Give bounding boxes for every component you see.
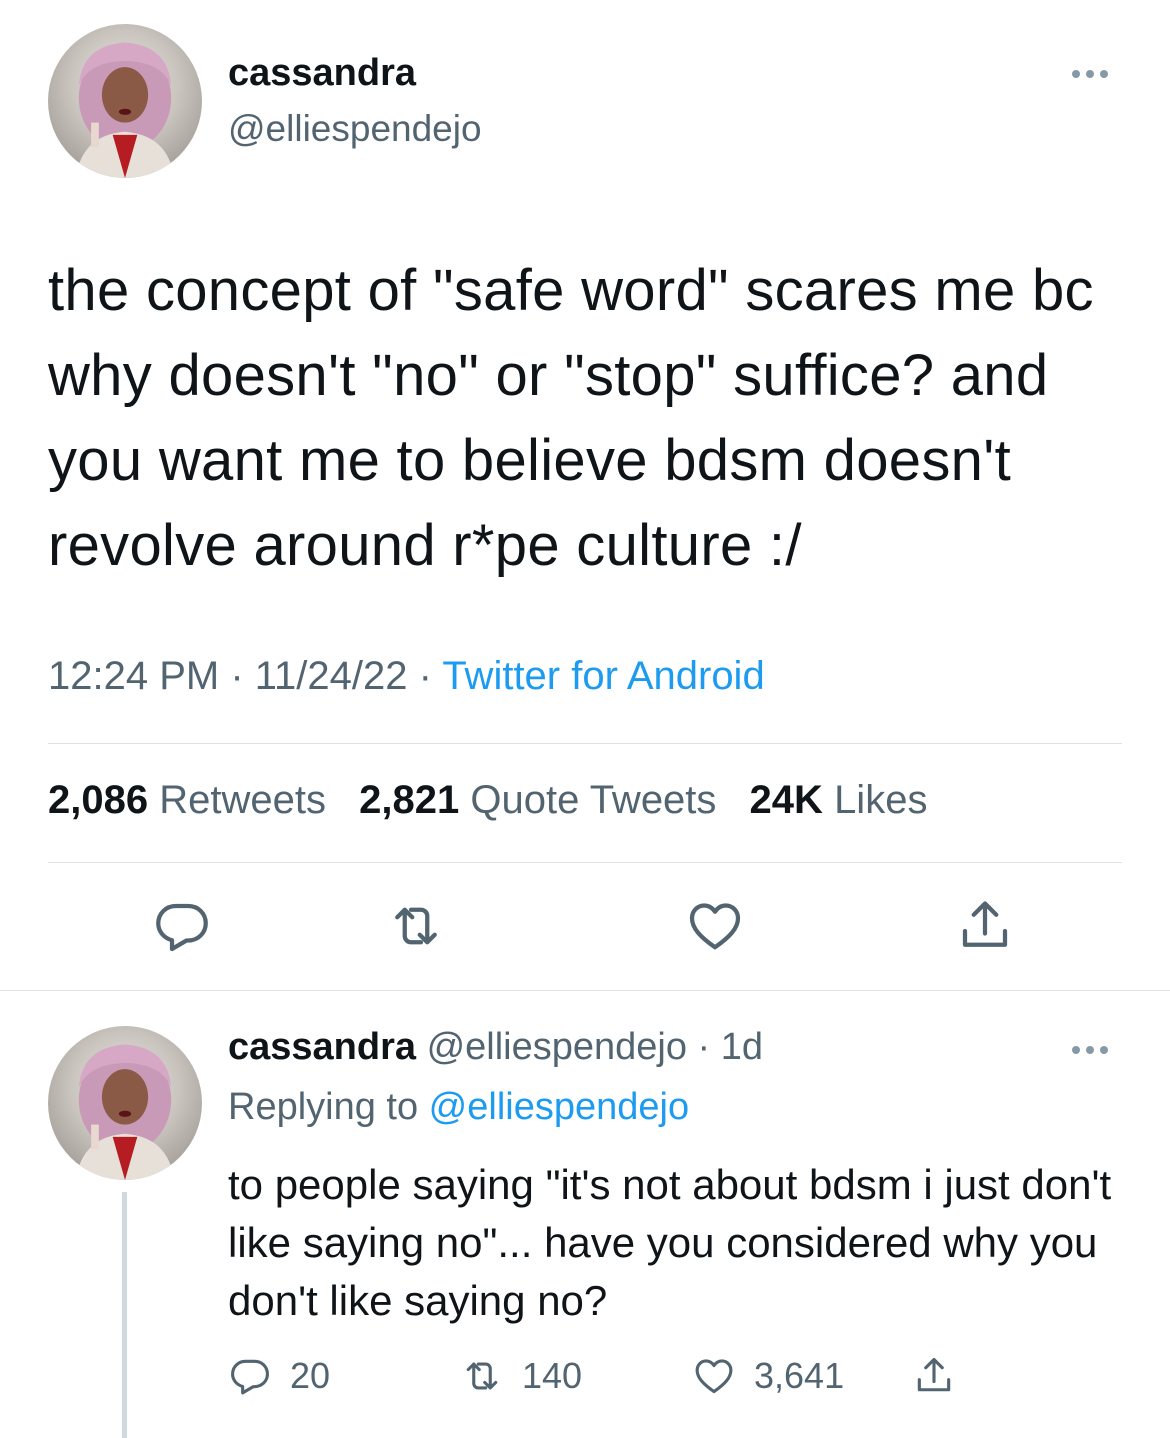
quotes-count: 2,821: [359, 778, 460, 822]
replying-to: Replying to @elliespendejo: [228, 1086, 689, 1129]
reply-button[interactable]: [152, 896, 212, 956]
reply-count: 20: [290, 1355, 331, 1396]
divider: [48, 743, 1122, 744]
reply-header: cassandra @elliespendejo · 1d: [228, 1026, 763, 1069]
reply-icon: [156, 903, 208, 952]
retweet-count: 140: [522, 1355, 583, 1396]
retweet-button[interactable]: [386, 896, 446, 956]
more-options-icon[interactable]: [1072, 64, 1122, 84]
reply-icon: [231, 1359, 269, 1395]
reply-retweet-button[interactable]: 140: [460, 1354, 582, 1398]
reply-text: to people saying "it's not about bdsm i …: [228, 1161, 1112, 1324]
tweet-date[interactable]: 11/24/22: [255, 654, 408, 698]
tweet-stats: 2,086 Retweets 2,821 Quote Tweets 24K Li…: [48, 778, 949, 823]
reply-share-button[interactable]: [912, 1354, 956, 1398]
meta-separator: ·: [407, 654, 443, 698]
share-icon: [917, 1357, 951, 1392]
likes-stat[interactable]: 24K Likes: [750, 778, 928, 822]
tweet-separator: [0, 990, 1170, 991]
author-name[interactable]: cassandra: [228, 52, 416, 95]
like-count: 3,641: [754, 1355, 845, 1396]
more-options-icon[interactable]: [1072, 1040, 1122, 1060]
share-button[interactable]: [955, 896, 1015, 956]
author-handle[interactable]: @elliespendejo: [228, 108, 482, 150]
retweets-count: 2,086: [48, 778, 149, 822]
meta-separator: ·: [219, 654, 255, 698]
tweet-metadata: 12:24 PM · 11/24/22 · Twitter for Androi…: [48, 654, 765, 699]
retweet-icon: [466, 1362, 498, 1390]
reply-age[interactable]: 1d: [721, 1026, 763, 1068]
tweet-source-link[interactable]: Twitter for Android: [442, 654, 764, 698]
quotes-stat[interactable]: 2,821 Quote Tweets: [359, 778, 716, 822]
meta-separator: ·: [687, 1026, 721, 1068]
avatar-image: [75, 42, 175, 178]
avatar[interactable]: [48, 24, 202, 178]
tweet-text: the concept of "safe word" scares me bc …: [48, 258, 1094, 578]
tweet-time[interactable]: 12:24 PM: [48, 654, 219, 698]
heart-icon: [695, 1359, 733, 1394]
thread-line: [122, 1192, 127, 1438]
reply-author-name[interactable]: cassandra: [228, 1026, 416, 1068]
retweets-label: Retweets: [159, 778, 326, 822]
heart-icon: [689, 903, 741, 950]
reply-reply-button[interactable]: 20: [228, 1354, 330, 1398]
replying-label: Replying to: [228, 1086, 429, 1128]
replying-to-link[interactable]: @elliespendejo: [429, 1086, 689, 1128]
reply-avatar[interactable]: [48, 1026, 202, 1180]
likes-count: 24K: [749, 778, 823, 822]
retweets-stat[interactable]: 2,086 Retweets: [48, 778, 326, 822]
reply-author-handle[interactable]: @elliespendejo: [427, 1026, 687, 1068]
quotes-label: Quote Tweets: [470, 778, 717, 822]
share-icon: [962, 901, 1008, 947]
likes-label: Likes: [834, 778, 928, 822]
reply-like-button[interactable]: 3,641: [692, 1354, 844, 1398]
retweet-icon: [395, 907, 437, 945]
divider: [48, 862, 1122, 863]
avatar-image: [75, 1044, 175, 1180]
like-button[interactable]: [685, 896, 745, 956]
